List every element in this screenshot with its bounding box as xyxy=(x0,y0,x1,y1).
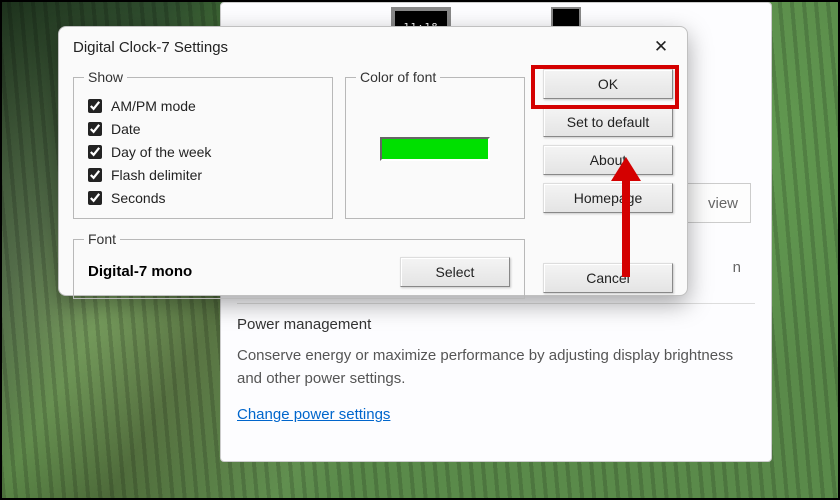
power-description: Conserve energy or maximize performance … xyxy=(237,345,755,390)
cancel-button[interactable]: Cancel xyxy=(543,263,673,293)
checkbox-ampm[interactable]: AM/PM mode xyxy=(84,96,322,116)
dialog-titlebar: Digital Clock-7 Settings ✕ xyxy=(59,27,687,65)
dialog-title: Digital Clock-7 Settings xyxy=(73,39,228,56)
close-icon[interactable]: ✕ xyxy=(649,35,673,59)
font-color-swatch[interactable] xyxy=(380,137,490,161)
show-group: Show AM/PM mode Date Day of the week Fla… xyxy=(73,69,333,219)
change-power-settings-link[interactable]: Change power settings xyxy=(237,406,390,423)
select-font-button[interactable]: Select xyxy=(400,257,510,287)
flash-label: Flash delimiter xyxy=(111,167,202,183)
power-heading: Power management xyxy=(237,316,755,333)
checkbox-date[interactable]: Date xyxy=(84,119,322,139)
settings-dialog: Digital Clock-7 Settings ✕ Show AM/PM mo… xyxy=(58,26,688,296)
about-button[interactable]: About xyxy=(543,145,673,175)
ok-button[interactable]: OK xyxy=(543,69,673,99)
set-default-button[interactable]: Set to default xyxy=(543,107,673,137)
homepage-button[interactable]: Homepage xyxy=(543,183,673,213)
truncated-text: n xyxy=(733,259,741,276)
dayofweek-label: Day of the week xyxy=(111,144,211,160)
color-group: Color of font xyxy=(345,69,525,219)
seconds-checkbox[interactable] xyxy=(88,191,102,205)
checkbox-dayofweek[interactable]: Day of the week xyxy=(84,142,322,162)
show-legend: Show xyxy=(84,69,127,85)
date-label: Date xyxy=(111,121,141,137)
flash-checkbox[interactable] xyxy=(88,168,102,182)
checkbox-flash[interactable]: Flash delimiter xyxy=(84,165,322,185)
power-management-section: Power management Conserve energy or maxi… xyxy=(237,303,755,424)
font-name-label: Digital-7 mono xyxy=(84,263,400,280)
dayofweek-checkbox[interactable] xyxy=(88,145,102,159)
ampm-label: AM/PM mode xyxy=(111,98,196,114)
font-legend: Font xyxy=(84,231,120,247)
color-legend: Color of font xyxy=(356,69,440,85)
seconds-label: Seconds xyxy=(111,190,165,206)
checkbox-seconds[interactable]: Seconds xyxy=(84,188,322,208)
font-group: Font Digital-7 mono Select xyxy=(73,231,525,299)
ampm-checkbox[interactable] xyxy=(88,99,102,113)
date-checkbox[interactable] xyxy=(88,122,102,136)
